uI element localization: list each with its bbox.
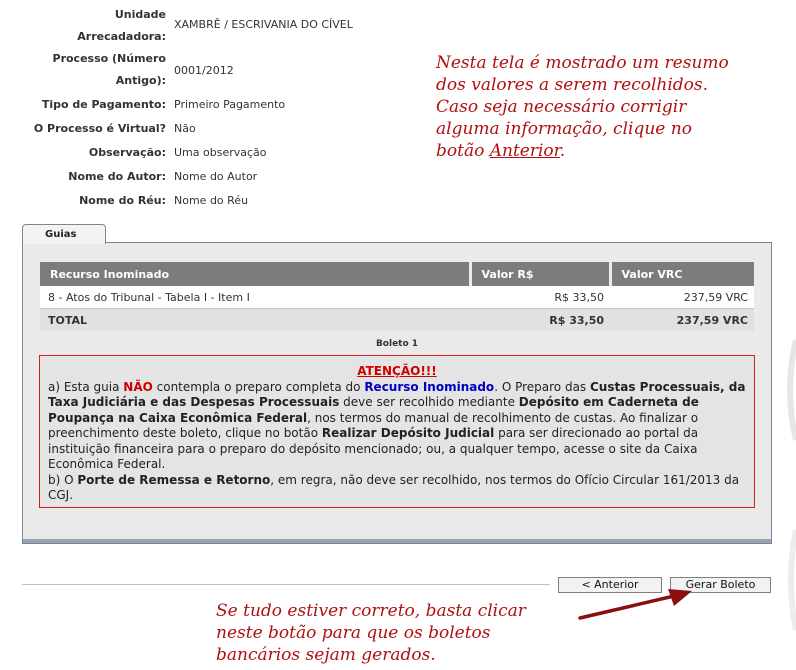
row-valor-vrc: 237,59 VRC [610,286,754,309]
virtual-value: Não [174,122,196,135]
table-header-row: Recurso Inominado Valor R$ Valor VRC [40,262,754,286]
processo-label-line1: Processo (Número [52,52,166,65]
guias-table: Recurso Inominado Valor R$ Valor VRC 8 -… [40,262,754,331]
row-valor-rs: R$ 33,50 [470,286,610,309]
alert-recurso-emphasis: Recurso Inominado [364,379,495,394]
observacao-label: Observação: [88,146,166,159]
panel-bottom-border [23,539,771,543]
reu-label: Nome do Réu: [79,194,166,207]
note-bottom-line: neste botão para que os boletos [216,623,491,643]
total-valor-rs: R$ 33,50 [470,308,610,331]
column-header-valor-rs: Valor R$ [470,262,612,286]
alert-text: contempla o preparo completa do [152,379,365,394]
button-divider [22,584,550,585]
annotation-arrow [578,589,692,620]
attention-paragraph-b: b) O Porte de Remessa e Retorno, em regr… [48,473,746,504]
virtual-label: O Processo é Virtual? [33,122,166,135]
unidade-label-line2: Arrecadadora: [77,30,166,43]
attention-paragraph-a: a) Esta guia NÃO contempla o preparo com… [48,380,746,473]
annotation-note-bottom: Se tudo estiver correto, basta clicar ne… [216,600,526,666]
alert-realizar-emphasis: Realizar Depósito Judicial [321,426,495,440]
processo-label-line2: Antigo): [115,74,166,87]
reu-value: Nome do Réu [174,194,249,207]
column-header-valor-vrc: Valor VRC [610,262,754,286]
processo-value: 0001/2012 [174,64,234,77]
note-top-line: dos valores a serem recolhidos. [436,75,709,95]
annotation-note-top: Nesta tela é mostrado um resumo dos valo… [436,52,729,162]
attention-box: ATENÇÃO!!! a) Esta guia NÃO contempla o … [39,355,755,508]
tab-guias[interactable]: Guias [22,224,106,244]
alert-text: b) O [48,472,78,487]
alert-text: . O Preparo das [494,379,590,394]
note-top-line: Caso seja necessário corrigir [436,97,687,117]
note-bottom-line: bancários sejam gerados. [216,645,436,665]
column-header-recurso: Recurso Inominado [40,262,472,286]
autor-label: Nome do Autor: [68,170,166,183]
alert-text: deve ser recolhido mediante [339,395,519,409]
unidade-label-line1: Unidade [114,8,166,21]
note-top-line: alguma informação, clique no [436,119,692,139]
note-top-line: botão Anterior. [436,140,729,162]
attention-title: ATENÇÃO!!! [357,364,437,378]
tipo-pagamento-value: Primeiro Pagamento [174,98,286,111]
alert-nao-emphasis: NÃO [123,379,153,394]
watermark-decoration [787,339,796,631]
autor-value: Nome do Autor [174,170,258,183]
unidade-value: XAMBRÊ / ESCRIVANIA DO CÍVEL [174,18,353,31]
total-valor-vrc: 237,59 VRC [610,308,754,331]
note-text: botão [436,141,490,161]
alert-porte-emphasis: Porte de Remessa e Retorno [77,472,271,487]
note-bottom-line: Se tudo estiver correto, basta clicar [216,601,526,621]
total-label: TOTAL [40,308,470,331]
observacao-value: Uma observação [174,146,267,159]
table-row: 8 - Atos do Tribunal - Tabela I - Item I… [40,286,754,309]
boleto-label: Boleto 1 [375,339,419,349]
note-top-line: Nesta tela é mostrado um resumo [436,53,729,73]
tipo-pagamento-label: Tipo de Pagamento: [41,98,166,111]
table-total-row: TOTAL R$ 33,50 237,59 VRC [40,308,754,331]
note-text: . [559,141,566,161]
alert-text: a) Esta guia [48,379,124,394]
note-anterior-reference: Anterior [489,141,560,161]
row-description: 8 - Atos do Tribunal - Tabela I - Item I [40,286,470,309]
